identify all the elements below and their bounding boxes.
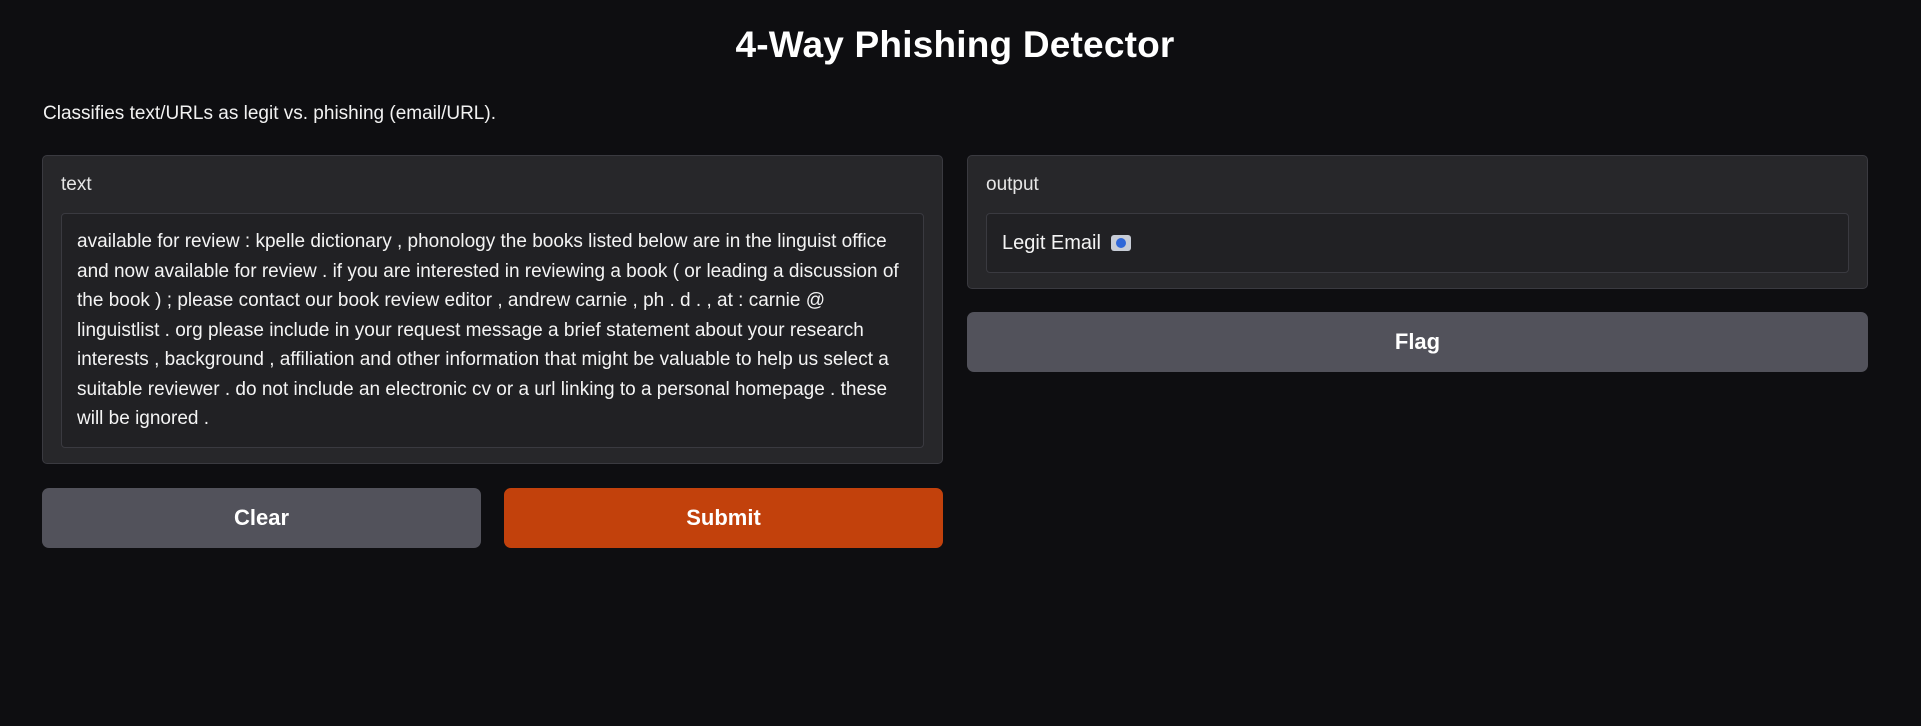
blue-circle-emoji-icon (1110, 235, 1131, 251)
text-input-panel: text available for review : kpelle dicti… (42, 155, 943, 464)
clear-button[interactable]: Clear (42, 488, 481, 548)
flag-button[interactable]: Flag (967, 312, 1868, 372)
page-title: 4-Way Phishing Detector (735, 24, 1175, 65)
output-label: output (986, 174, 1039, 195)
text-input-field[interactable]: available for review : kpelle dictionary… (61, 213, 924, 448)
text-input-label: text (61, 174, 92, 195)
output-value: Legit Email (1002, 231, 1101, 254)
submit-button[interactable]: Submit (504, 488, 943, 548)
app-page: 4-Way Phishing Detector Classifies text/… (0, 0, 1921, 726)
page-description: Classifies text/URLs as legit vs. phishi… (43, 103, 496, 124)
output-panel: output Legit Email (967, 155, 1868, 289)
output-field: Legit Email (986, 213, 1849, 273)
